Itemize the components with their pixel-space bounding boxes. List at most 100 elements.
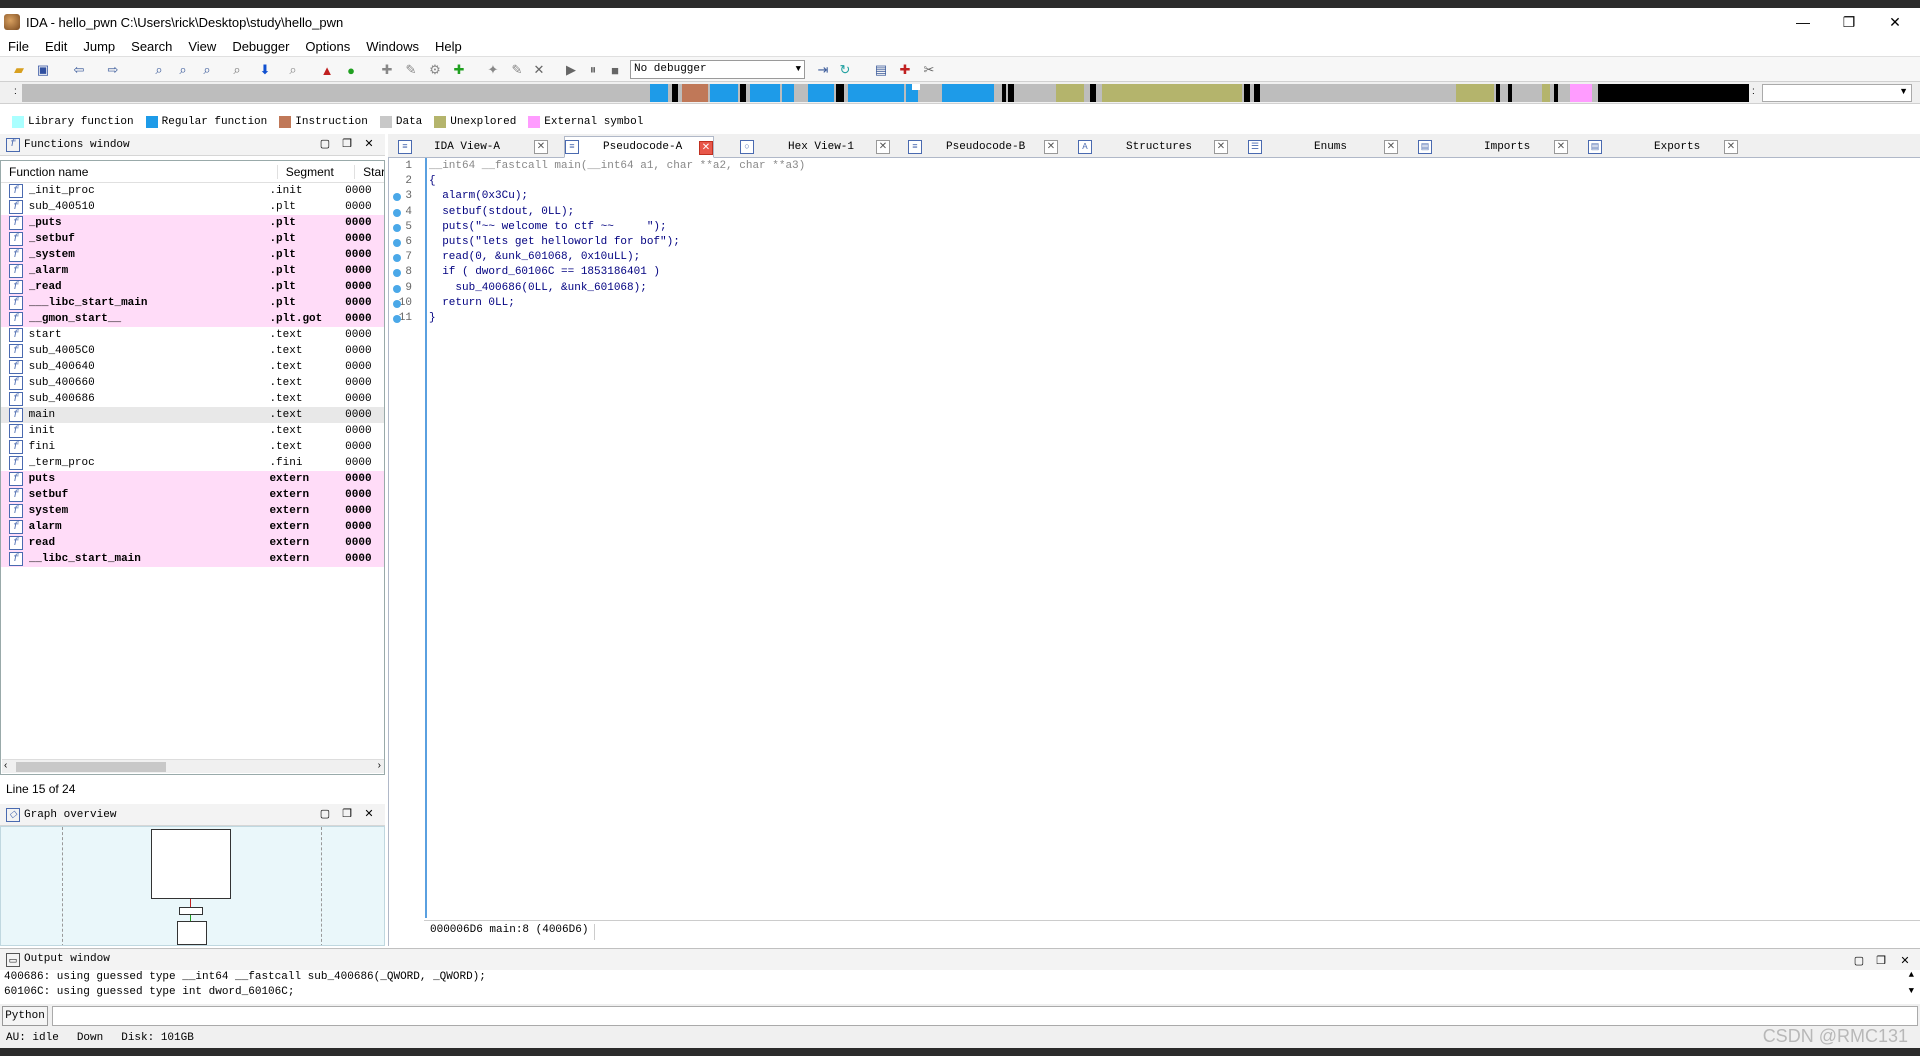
close-tab-icon[interactable]: ✕ (1214, 140, 1228, 154)
edit-func-icon[interactable]: ✎ (402, 61, 420, 79)
col-segment[interactable]: Segment (276, 164, 354, 179)
menu-windows[interactable]: Windows (358, 39, 427, 54)
create-func-icon[interactable]: ✚ (378, 61, 396, 79)
forward-icon[interactable]: ⇨ (104, 61, 122, 79)
tab-enums[interactable]: ☰ Enums ✕ (1248, 136, 1398, 158)
function-row[interactable]: f sub_400640 .text 0000 (1, 359, 384, 375)
menu-jump[interactable]: Jump (75, 39, 123, 54)
menu-search[interactable]: Search (123, 39, 180, 54)
minimize-button[interactable]: — (1780, 8, 1826, 36)
step-icon[interactable]: ⇥ (814, 61, 832, 79)
menu-edit[interactable]: Edit (37, 39, 75, 54)
nav-left-arrow-icon[interactable]: : (14, 86, 17, 97)
output-log[interactable]: 400686: using guessed type __int64 __fas… (0, 970, 1920, 1004)
function-row[interactable]: f _setbuf .plt 0000 (1, 231, 384, 247)
function-row[interactable]: f sub_400660 .text 0000 (1, 375, 384, 391)
python-command-input[interactable] (52, 1006, 1918, 1026)
breakpoint-dot-icon[interactable] (393, 299, 401, 308)
breakpoint-dot-icon[interactable] (393, 239, 401, 247)
code-line[interactable]: alarm(0x3Cu); (429, 190, 528, 202)
function-row[interactable]: f _read .plt 0000 (1, 279, 384, 295)
delete-icon[interactable]: ✕ (530, 61, 548, 79)
function-row[interactable]: f start .text 0000 (1, 327, 384, 343)
function-row[interactable]: f sub_400510 .plt 0000 (1, 199, 384, 215)
close-tab-icon[interactable]: ✕ (699, 141, 713, 155)
patch-icon[interactable]: ✎ (508, 61, 526, 79)
close-tab-icon[interactable]: ✕ (1554, 140, 1568, 154)
start-debug-icon[interactable]: ▶ (562, 61, 580, 79)
stop-icon[interactable]: ■ (606, 61, 624, 79)
tab-exports[interactable]: ▤ Exports ✕ (1588, 136, 1738, 158)
function-row[interactable]: f _term_proc .fini 0000 (1, 455, 384, 471)
breakpoint-dot-icon[interactable] (393, 284, 401, 293)
close-pane-icon[interactable]: ✕ (362, 807, 376, 821)
function-row[interactable]: f _puts .plt 0000 (1, 215, 384, 231)
breakpoint-dot-icon[interactable] (393, 315, 401, 323)
scroll-up-icon[interactable]: ▲ (1909, 970, 1914, 980)
menu-debugger[interactable]: Debugger (224, 39, 297, 54)
col-start[interactable]: Star (354, 164, 384, 179)
close-button[interactable]: ✕ (1872, 8, 1918, 36)
code-line[interactable]: __int64 __fastcall main(__int64 a1, char… (429, 160, 805, 172)
pause-icon[interactable]: ⏸ (584, 61, 602, 79)
tab-structures[interactable]: A Structures ✕ (1078, 136, 1228, 158)
search-all-icon[interactable]: ⌕ (228, 61, 246, 79)
func-props-icon[interactable]: ⚙ (426, 61, 444, 79)
function-row[interactable]: f puts extern 0000 (1, 471, 384, 487)
save-icon[interactable]: ▣ (34, 61, 52, 79)
breakpoint-dot-icon[interactable] (393, 208, 401, 217)
back-icon[interactable]: ⇦ (70, 61, 88, 79)
run-circle-icon[interactable]: ● (342, 61, 360, 79)
code-line[interactable]: read(0, &unk_601068, 0x10uLL); (429, 251, 640, 263)
close-tab-icon[interactable]: ✕ (876, 140, 890, 154)
menu-view[interactable]: View (180, 39, 224, 54)
nav-right-arrow-icon[interactable]: : (1752, 86, 1755, 97)
segment-select[interactable]: ▼ (1762, 84, 1912, 102)
navigation-bar[interactable] (22, 84, 1749, 102)
restore-pane-icon[interactable]: ❐ (1874, 953, 1888, 967)
code-line[interactable]: } (429, 312, 436, 324)
refresh-icon[interactable]: ↻ (836, 61, 854, 79)
pseudocode-view[interactable]: 1 2 3 4 5 6 7 8 9 10 11 __int64 __fastcall main(__… (388, 158, 1920, 946)
close-tab-icon[interactable]: ✕ (1724, 140, 1738, 154)
python-language-button[interactable]: Python (2, 1006, 48, 1026)
search-gray-icon[interactable]: ⌕ (284, 61, 302, 79)
scroll-down-icon[interactable]: ▼ (1909, 986, 1914, 996)
cross-ref-icon[interactable]: ✂ (920, 61, 938, 79)
menu-options[interactable]: Options (297, 39, 358, 54)
restore-button[interactable]: ❐ (1826, 8, 1872, 36)
restore-pane-icon[interactable]: ❐ (340, 807, 354, 821)
scroll-thumb[interactable] (16, 762, 166, 772)
code-line[interactable]: puts("~~ welcome to ctf ~~ "); (429, 221, 666, 233)
float-icon[interactable]: ▢ (1852, 953, 1866, 967)
code-line[interactable]: setbuf(stdout, 0LL); (429, 206, 574, 218)
menu-help[interactable]: Help (427, 39, 470, 54)
function-row[interactable]: f read extern 0000 (1, 535, 384, 551)
code-line[interactable]: if ( dword_60106C == 1853186401 ) (429, 266, 660, 278)
graph-icon[interactable]: ▲ (318, 61, 336, 79)
text-search-icon[interactable]: ⌕ (174, 61, 192, 79)
function-row[interactable]: f sub_400686 .text 0000 (1, 391, 384, 407)
function-row[interactable]: f _init_proc .init 0000 (1, 183, 384, 199)
close-tab-icon[interactable]: ✕ (1384, 140, 1398, 154)
code-line[interactable]: puts("lets get helloworld for bof"); (429, 236, 680, 248)
function-row[interactable]: f system extern 0000 (1, 503, 384, 519)
function-row[interactable]: f init .text 0000 (1, 423, 384, 439)
function-row[interactable]: f _alarm .plt 0000 (1, 263, 384, 279)
function-row[interactable]: f __gmon_start__ .plt.got 0000 (1, 311, 384, 327)
tab-pseudocode-b[interactable]: ≡ Pseudocode-B ✕ (908, 136, 1058, 158)
close-pane-icon[interactable]: ✕ (1898, 953, 1912, 967)
breakpoint-dot-icon[interactable] (393, 223, 401, 232)
function-row[interactable]: f alarm extern 0000 (1, 519, 384, 535)
function-row[interactable]: f setbuf extern 0000 (1, 487, 384, 503)
tab-pseudocode-a[interactable]: ≡ Pseudocode-A ✕ (564, 136, 714, 158)
function-row[interactable]: f main .text 0000 (1, 407, 384, 423)
tool-icon[interactable]: ✦ (484, 61, 502, 79)
close-tab-icon[interactable]: ✕ (1044, 140, 1058, 154)
add-struct-icon[interactable]: ✚ (896, 61, 914, 79)
find-next-icon[interactable]: ⌕ (198, 61, 216, 79)
function-row[interactable]: f _system .plt 0000 (1, 247, 384, 263)
function-row[interactable]: f __libc_start_main extern 0000 (1, 551, 384, 567)
tab-hex-view-1[interactable]: ○ Hex View-1 ✕ (740, 136, 890, 158)
code-line[interactable]: sub_400686(0LL, &unk_601068); (429, 282, 646, 294)
